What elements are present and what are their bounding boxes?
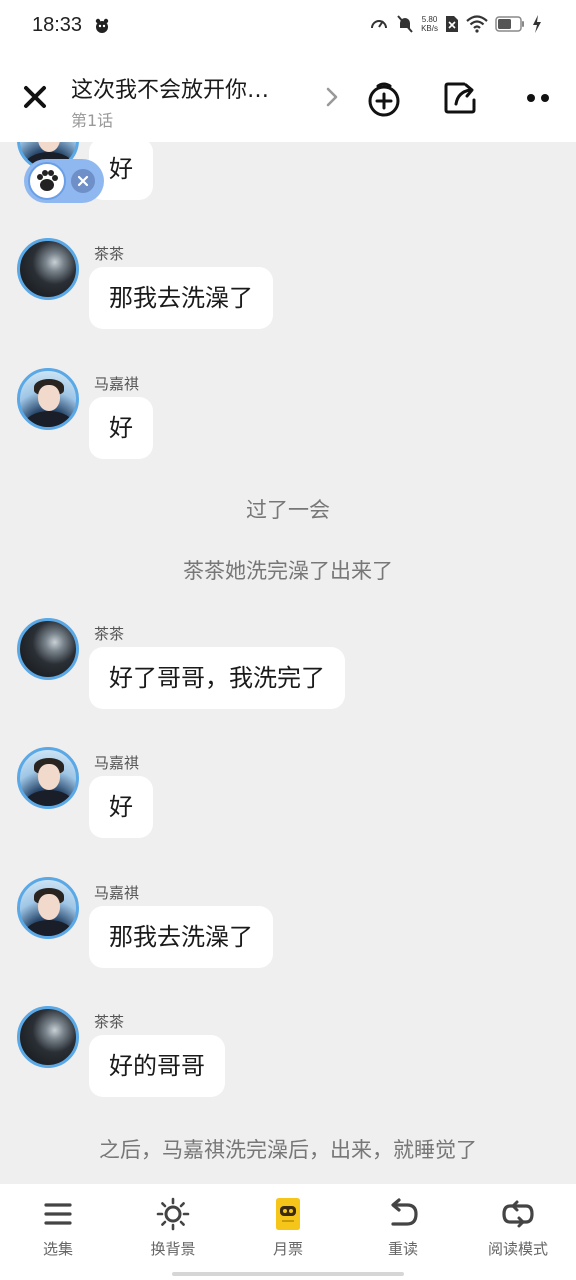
bottom-toolbar: 选集 换背景 月票 重读 阅读模式 [0, 1184, 576, 1280]
message-bubble[interactable]: 好的哥哥 [89, 1035, 225, 1097]
more-icon[interactable] [518, 78, 558, 118]
dismiss-icon[interactable] [71, 169, 95, 193]
speedometer-icon [371, 20, 388, 29]
chapter-label: 第1话 [71, 111, 114, 130]
message-bubble[interactable]: 好 [89, 397, 153, 459]
tab-monthly-ticket[interactable]: 月票 [240, 1196, 336, 1259]
message-bubble[interactable]: 那我去洗澡了 [89, 267, 273, 329]
undo-icon [391, 1198, 418, 1226]
wifi-icon [466, 15, 488, 33]
tab-episodes[interactable]: 选集 [10, 1196, 106, 1259]
avatar[interactable] [17, 368, 79, 430]
tab-background[interactable]: 换背景 [125, 1196, 221, 1259]
share-icon[interactable] [440, 78, 480, 118]
story-title[interactable]: 这次我不会放开你… [71, 72, 269, 104]
loop-icon [502, 1200, 534, 1228]
message-bubble[interactable]: 好了哥哥，我洗完了 [89, 647, 345, 709]
tab-reread[interactable]: 重读 [355, 1196, 451, 1259]
narration-text: 之后，马嘉祺洗完澡后，出来，就睡觉了 [99, 1138, 477, 1162]
narration-text: 茶茶她洗完澡了出来了 [183, 559, 393, 583]
status-bar: 18:33 5.80 KB/s [0, 0, 576, 56]
avatar[interactable] [17, 747, 79, 809]
reaction-chip[interactable] [24, 159, 104, 203]
speaker-name: 茶茶 [94, 245, 125, 263]
home-indicator[interactable] [172, 1272, 404, 1276]
battery-icon [495, 16, 524, 32]
app-notification-icon [95, 18, 109, 33]
narration-text: 过了一会 [246, 498, 330, 522]
speaker-name: 马嘉祺 [94, 375, 140, 393]
avatar[interactable] [17, 238, 79, 300]
tab-label: 阅读模式 [487, 1240, 548, 1258]
tab-label: 月票 [272, 1240, 303, 1258]
speaker-name: 茶茶 [94, 625, 125, 643]
avatar[interactable] [17, 877, 79, 939]
speaker-name: 马嘉祺 [94, 754, 140, 772]
net-speed: 5.80 KB/s [421, 15, 438, 33]
tab-reading-mode[interactable]: 阅读模式 [470, 1196, 566, 1259]
speaker-name: 茶茶 [94, 1013, 125, 1031]
avatar[interactable] [17, 618, 79, 680]
message-bubble[interactable]: 好 [89, 776, 153, 838]
mute-bell-icon [397, 15, 413, 33]
avatar[interactable] [17, 1006, 79, 1068]
tab-label: 选集 [42, 1240, 73, 1258]
sim-off-icon [446, 16, 458, 32]
tab-label: 重读 [387, 1240, 418, 1258]
chat-area[interactable]: 好 茶茶 那我去洗澡了 马嘉祺 好 过了一会 茶茶她洗完澡了出来了 茶茶 好了哥… [0, 142, 576, 1184]
speaker-name: 马嘉祺 [94, 884, 140, 902]
tab-label: 换背景 [150, 1240, 196, 1258]
chevron-right-icon[interactable] [320, 84, 344, 110]
reader-header: 这次我不会放开你… 第1话 [0, 56, 576, 142]
close-icon[interactable] [20, 82, 50, 112]
charging-icon [533, 15, 541, 33]
message-bubble[interactable]: 那我去洗澡了 [89, 906, 273, 968]
list-icon [44, 1203, 72, 1225]
add-favorite-icon[interactable] [364, 78, 404, 118]
sun-icon [156, 1197, 190, 1231]
paw-icon[interactable] [28, 162, 66, 200]
status-time: 18:33 [32, 14, 83, 36]
ticket-icon [276, 1198, 300, 1230]
